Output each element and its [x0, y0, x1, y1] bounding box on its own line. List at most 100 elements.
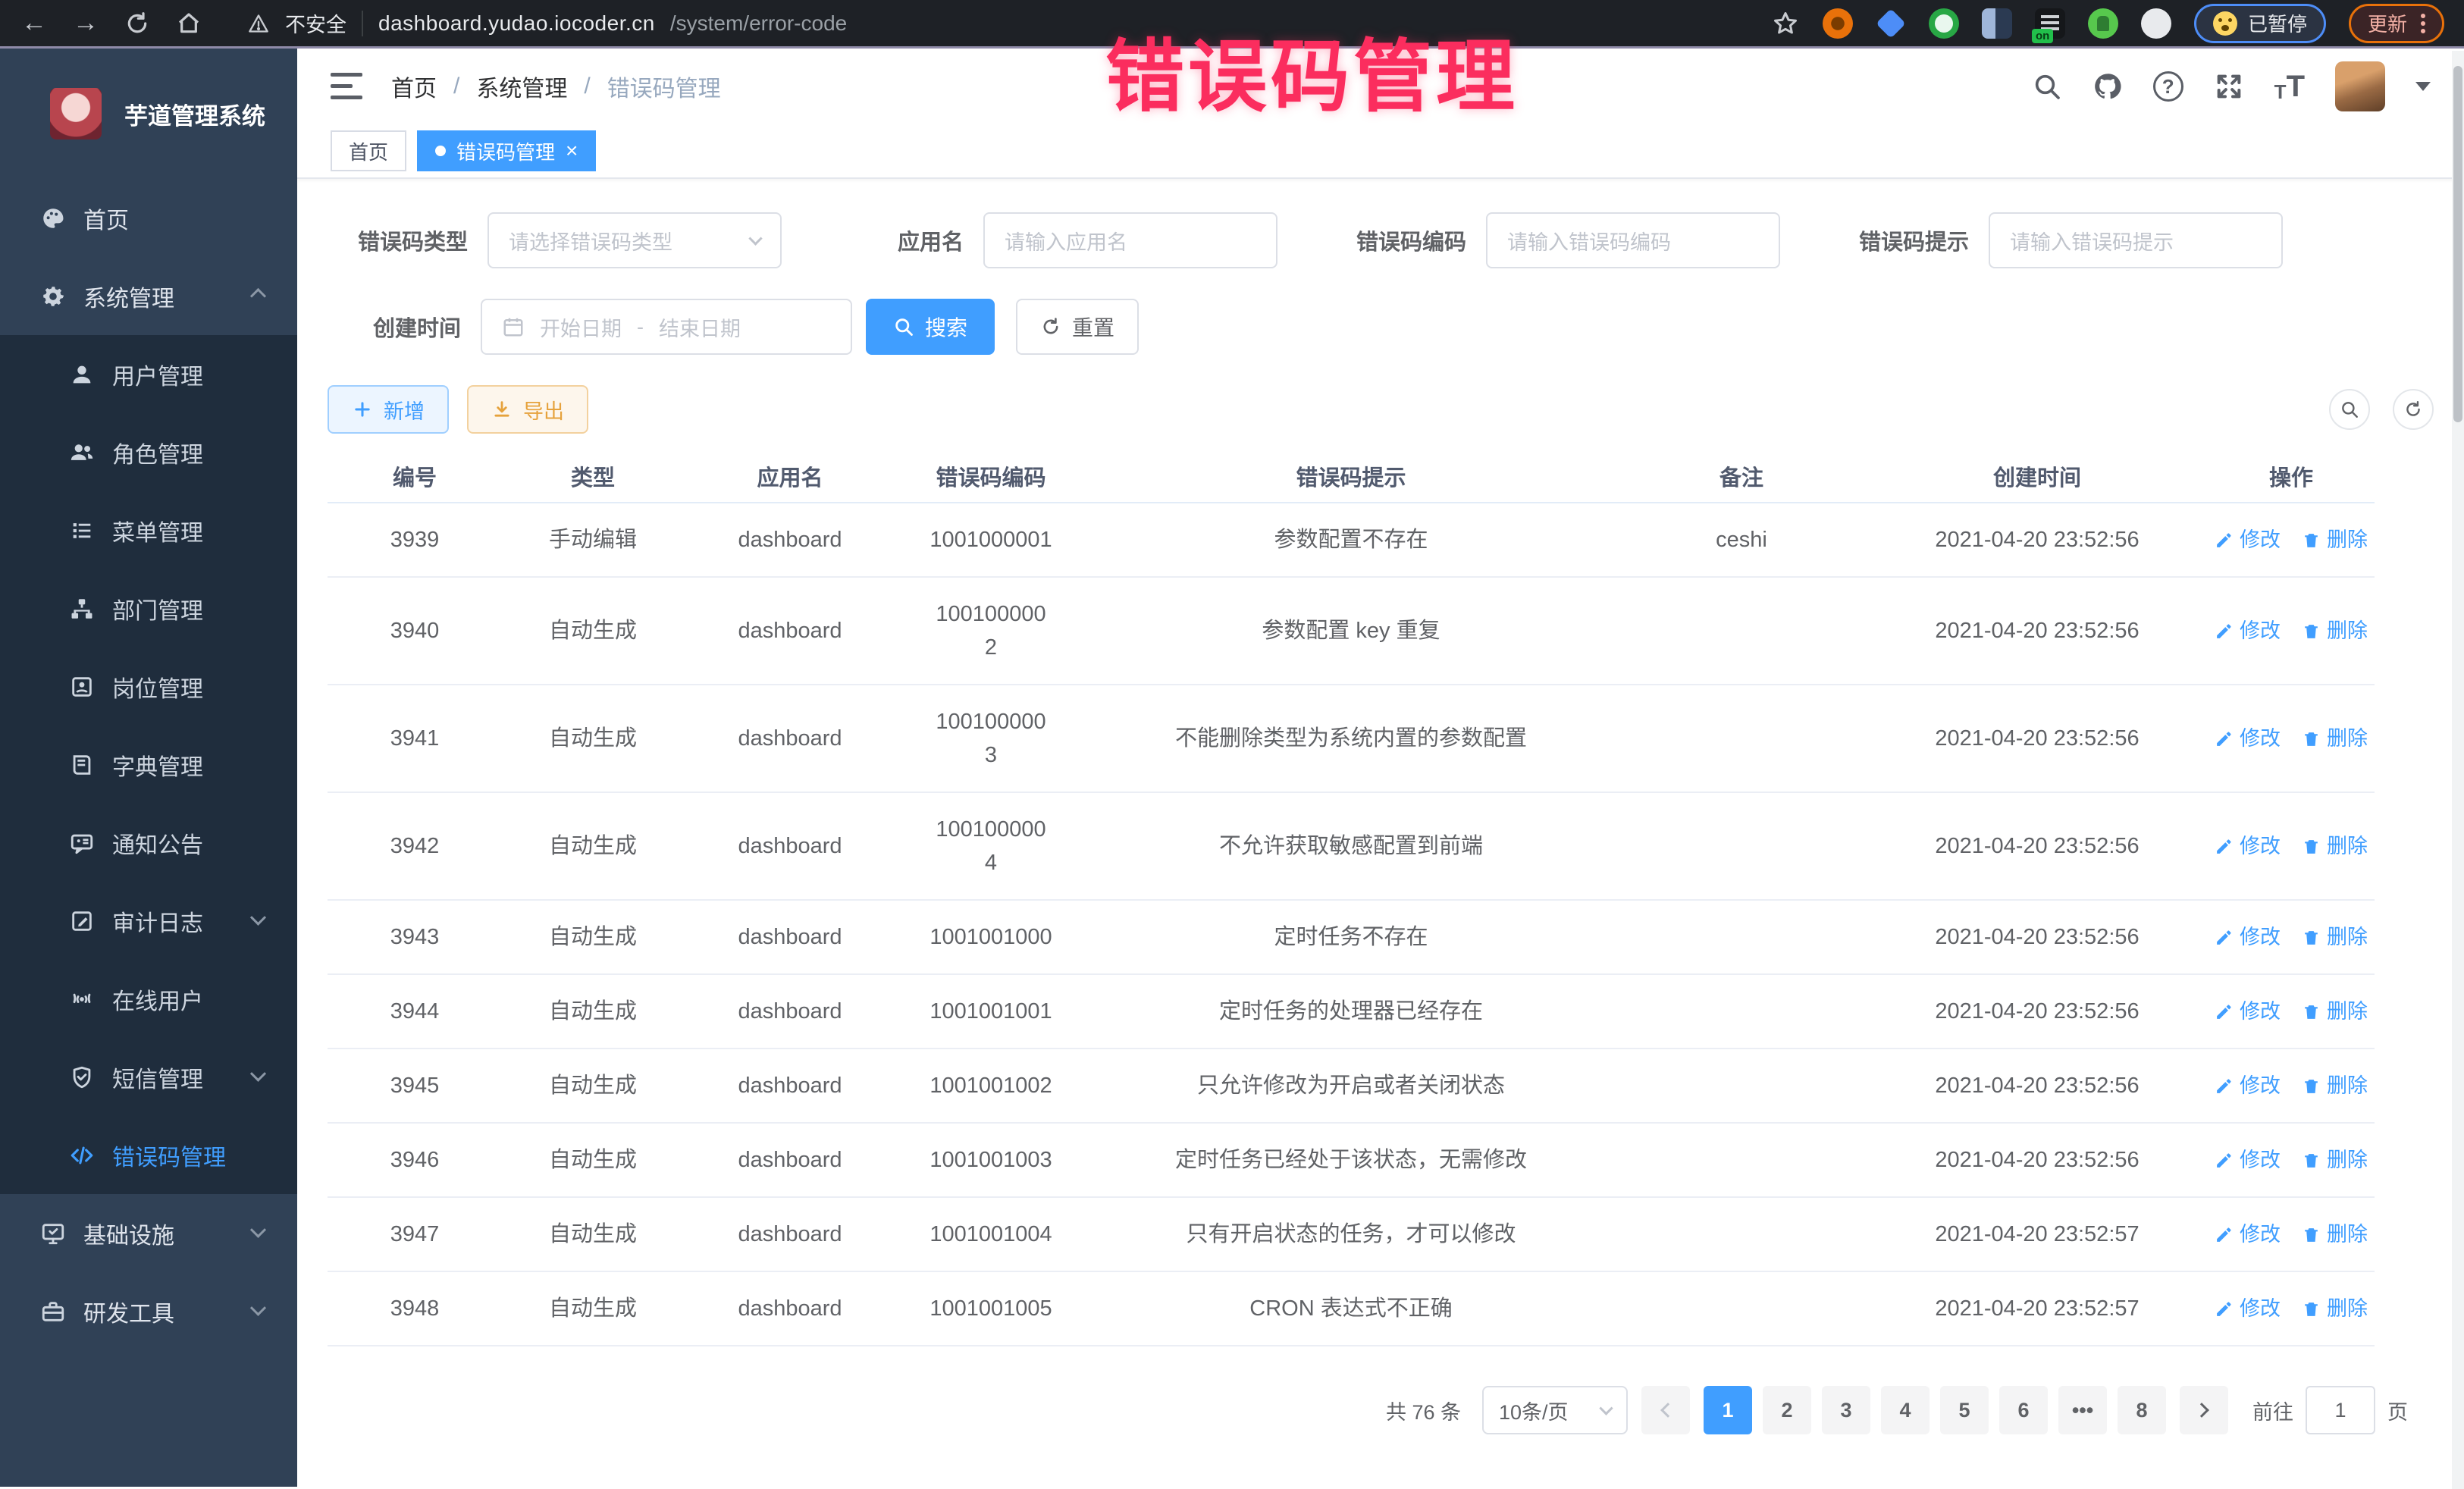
edit-link[interactable]: 修改: [2215, 920, 2281, 954]
hamburger-icon[interactable]: [331, 73, 362, 100]
delete-link[interactable]: 删除: [2302, 523, 2368, 556]
edit-link[interactable]: 修改: [2215, 523, 2281, 556]
sidebar-item-home[interactable]: 首页: [0, 179, 297, 257]
edit-link[interactable]: 修改: [2215, 1143, 2281, 1177]
delete-link[interactable]: 删除: [2302, 920, 2368, 954]
page-number-button[interactable]: 1: [1704, 1386, 1752, 1434]
sidebar-item-dev-tools[interactable]: 研发工具: [0, 1272, 297, 1350]
edit-link[interactable]: 修改: [2215, 1218, 2281, 1251]
error-code-input[interactable]: 请输入错误码编码: [1486, 212, 1780, 268]
sidebar-item-label: 基础设施: [83, 1217, 174, 1250]
edit-link[interactable]: 修改: [2215, 1292, 2281, 1325]
bookmark-star-icon[interactable]: [1771, 9, 1800, 38]
page-number-button[interactable]: 5: [1940, 1386, 1989, 1434]
export-button[interactable]: 导出: [467, 385, 588, 434]
profile-paused-chip[interactable]: 已暂停: [2194, 4, 2326, 43]
sidebar-item-online-users[interactable]: 在线用户: [0, 960, 297, 1038]
breadcrumb-home[interactable]: 首页: [391, 70, 437, 103]
table-row: 3943 自动生成 dashboard 1001001000 定时任务不存在 2…: [328, 901, 2375, 975]
tag-home[interactable]: 首页: [331, 130, 406, 171]
browser-update-button[interactable]: 更新: [2349, 4, 2444, 43]
toggle-search-button[interactable]: [2329, 389, 2370, 430]
delete-link[interactable]: 删除: [2302, 1292, 2368, 1325]
help-icon[interactable]: [2153, 71, 2183, 102]
chevron-down-icon: [250, 1222, 266, 1238]
browser-menu-icon[interactable]: [2421, 21, 2425, 26]
page-number-button[interactable]: •••: [2058, 1386, 2107, 1434]
error-msg-input[interactable]: 请输入错误码提示: [1989, 212, 2283, 268]
page-size-select[interactable]: 10条/页: [1482, 1386, 1628, 1434]
sidebar-item-audit-log[interactable]: 审计日志: [0, 882, 297, 960]
not-secure-icon: [247, 13, 270, 34]
font-size-icon[interactable]: [2274, 70, 2305, 104]
prev-page-button[interactable]: [1641, 1386, 1690, 1434]
sidebar-item-posts[interactable]: 岗位管理: [0, 647, 297, 726]
next-page-button[interactable]: [2180, 1386, 2228, 1434]
sidebar-item-label: 首页: [83, 202, 129, 235]
page-number-button[interactable]: 3: [1822, 1386, 1870, 1434]
extension-ghost-icon[interactable]: [2141, 8, 2171, 39]
sidebar-item-users[interactable]: 用户管理: [0, 335, 297, 413]
close-icon[interactable]: [566, 140, 578, 161]
edit-link[interactable]: 修改: [2215, 1069, 2281, 1102]
extension-columns-icon[interactable]: [1982, 8, 2012, 39]
tag-error-code[interactable]: 错误码管理: [417, 130, 596, 171]
sidebar-item-roles[interactable]: 角色管理: [0, 413, 297, 491]
sidebar-item-dictionary[interactable]: 字典管理: [0, 726, 297, 804]
page-number-button[interactable]: 4: [1881, 1386, 1930, 1434]
delete-link[interactable]: 删除: [2302, 722, 2368, 755]
user-avatar[interactable]: [2335, 61, 2385, 111]
refresh-table-button[interactable]: [2393, 389, 2434, 430]
delete-link[interactable]: 删除: [2302, 1069, 2368, 1102]
add-button[interactable]: 新增: [328, 385, 449, 434]
error-type-select[interactable]: 请选择错误码类型: [487, 212, 782, 268]
search-icon[interactable]: [2032, 71, 2062, 102]
avatar-caret-icon[interactable]: [2415, 82, 2431, 91]
address-bar[interactable]: 不安全 dashboard.yudao.iocoder.cn/system/er…: [247, 8, 847, 38]
extensions-row: on: [1823, 8, 2171, 39]
delete-link[interactable]: 删除: [2302, 995, 2368, 1028]
sidebar-item-error-code[interactable]: 错误码管理: [0, 1116, 297, 1194]
extension-gem-icon[interactable]: [1876, 8, 1906, 39]
home-icon[interactable]: [174, 9, 203, 38]
back-icon[interactable]: ←: [20, 9, 49, 38]
sidebar-item-system[interactable]: 系统管理: [0, 257, 297, 335]
app-name-input[interactable]: 请输入应用名: [983, 212, 1277, 268]
sidebar-item-infrastructure[interactable]: 基础设施: [0, 1194, 297, 1272]
extension-orange-icon[interactable]: [1823, 8, 1853, 39]
extension-android-icon[interactable]: [2088, 8, 2118, 39]
page-number-button[interactable]: 2: [1763, 1386, 1811, 1434]
cell-code: 1001001001: [896, 995, 1086, 1028]
edit-link[interactable]: 修改: [2215, 995, 2281, 1028]
goto-page-input[interactable]: [2306, 1386, 2375, 1434]
date-range-picker[interactable]: 开始日期 - 结束日期: [481, 299, 852, 355]
table-row: 3946 自动生成 dashboard 1001001003 定时任务已经处于该…: [328, 1124, 2375, 1198]
update-label: 更新: [2368, 9, 2407, 37]
page-number-button[interactable]: 8: [2118, 1386, 2166, 1434]
fullscreen-icon[interactable]: [2214, 71, 2244, 102]
delete-link[interactable]: 删除: [2302, 1143, 2368, 1177]
reload-icon[interactable]: [123, 9, 152, 38]
forward-icon[interactable]: →: [71, 9, 100, 38]
delete-link[interactable]: 删除: [2302, 1218, 2368, 1251]
sidebar-item-menus[interactable]: 菜单管理: [0, 491, 297, 569]
edit-link[interactable]: 修改: [2215, 829, 2281, 863]
edit-link-label: 修改: [2240, 722, 2281, 755]
sidebar-item-notices[interactable]: 通知公告: [0, 804, 297, 882]
github-icon[interactable]: [2093, 71, 2123, 102]
delete-link[interactable]: 删除: [2302, 829, 2368, 863]
edit-link[interactable]: 修改: [2215, 722, 2281, 755]
sidebar-item-departments[interactable]: 部门管理: [0, 569, 297, 647]
search-button[interactable]: 搜索: [866, 299, 995, 355]
extension-green-icon[interactable]: [1929, 8, 1959, 39]
breadcrumb-system[interactable]: 系统管理: [476, 70, 567, 103]
cell-msg: 定时任务不存在: [1086, 920, 1616, 954]
delete-link[interactable]: 删除: [2302, 614, 2368, 647]
scrollbar-thumb[interactable]: [2453, 66, 2462, 422]
sidebar-item-sms[interactable]: 短信管理: [0, 1038, 297, 1116]
reset-button[interactable]: 重置: [1016, 299, 1139, 355]
page-number-button[interactable]: 6: [1999, 1386, 2048, 1434]
extension-equalizer-icon[interactable]: on: [2035, 8, 2065, 39]
edit-link[interactable]: 修改: [2215, 614, 2281, 647]
scrollbar-track[interactable]: [2452, 51, 2464, 1489]
